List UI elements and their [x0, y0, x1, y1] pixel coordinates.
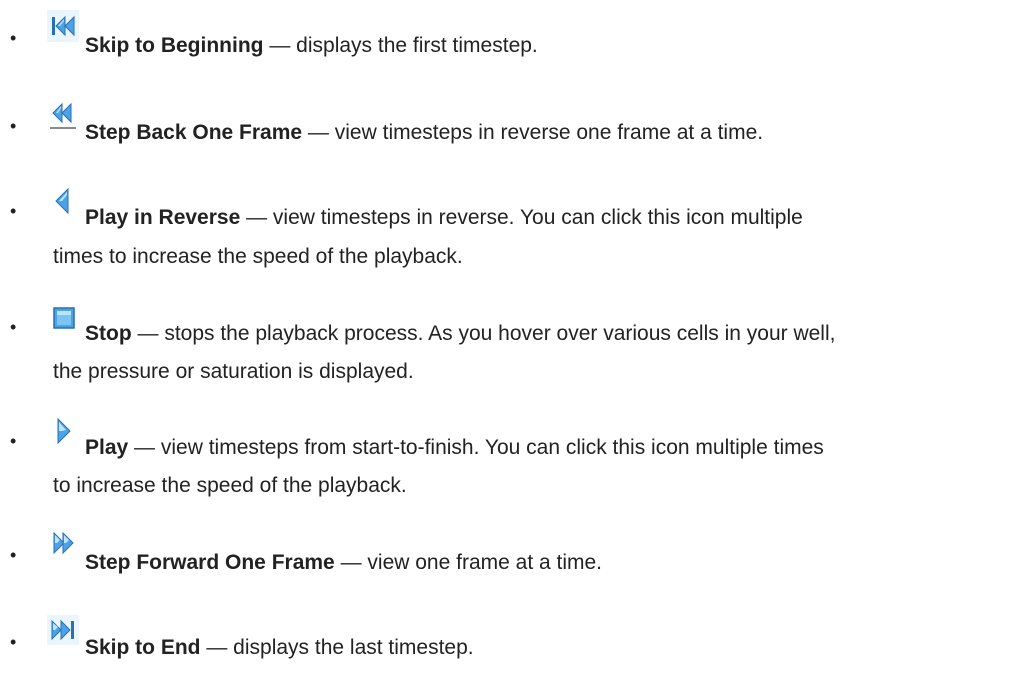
item-text-continuation: to increase the speed of the playback.: [53, 474, 407, 497]
bullet: •: [10, 545, 17, 565]
play-in-reverse-icon: [55, 187, 69, 215]
item-description: — view timesteps in reverse one frame at…: [302, 121, 764, 144]
item-description: — view one frame at a time.: [334, 551, 603, 574]
item-term: Stop: [85, 322, 132, 345]
item-text-line: Play — view timesteps from start-to-fini…: [85, 434, 824, 462]
item-term: Step Forward One Frame: [85, 551, 335, 574]
bullet: •: [10, 116, 17, 136]
item-description: — displays the last timestep.: [200, 636, 474, 659]
item-text-line: Play in Reverse — view timesteps in reve…: [85, 204, 803, 232]
item-text-line: Step Forward One Frame — view one frame …: [85, 549, 602, 577]
bullet: •: [10, 632, 17, 652]
bullet: •: [10, 431, 17, 451]
skip-to-end-icon: [47, 615, 79, 645]
step-forward-one-frame-icon: [53, 531, 74, 555]
item-term: Skip to End: [85, 636, 201, 659]
skip-to-beginning-icon: [47, 10, 79, 42]
item-text-continuation: the pressure or saturation is displayed.: [53, 360, 414, 383]
item-term: Play in Reverse: [85, 206, 241, 229]
stop-icon: [53, 307, 75, 329]
step-back-one-frame-icon: [47, 100, 79, 132]
bullet: •: [10, 201, 17, 221]
item-term: Play: [85, 436, 129, 459]
bullet: •: [10, 28, 17, 48]
item-term: Step Back One Frame: [85, 121, 303, 144]
playback-controls-list: • Skip to Beginning — displays the first…: [0, 0, 1030, 694]
item-description: — stops the playback process. As you hov…: [131, 322, 836, 345]
item-description: — view timesteps from start-to-finish. Y…: [128, 436, 824, 459]
item-description: — displays the first timestep.: [263, 34, 538, 57]
item-text-line: Step Back One Frame — view timesteps in …: [85, 119, 763, 147]
item-text-line: Skip to End — displays the last timestep…: [85, 634, 474, 662]
item-text-continuation: times to increase the speed of the playb…: [53, 245, 463, 268]
play-icon: [57, 417, 71, 445]
item-text-line: Skip to Beginning — displays the first t…: [85, 32, 538, 60]
item-text-line: Stop — stops the playback process. As yo…: [85, 320, 835, 348]
item-term: Skip to Beginning: [85, 34, 264, 57]
item-description: — view timesteps in reverse. You can cli…: [240, 206, 803, 229]
bullet: •: [10, 317, 17, 337]
